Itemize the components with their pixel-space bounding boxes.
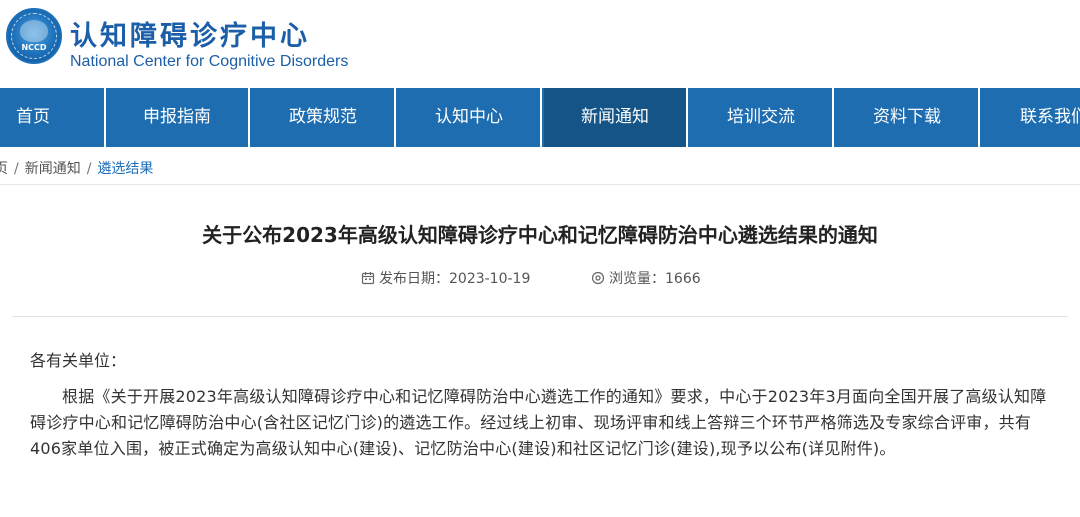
calendar-icon — [361, 272, 375, 285]
site-title-cn[interactable]: 认知障碍诊疗中心 — [70, 14, 310, 53]
publish-date: 发布日期：2023-10-19 — [361, 268, 530, 288]
article-body-paragraph: 根据《关于开展2023年高级认知障碍诊疗中心和记忆障碍防治中心遴选工作的通知》要… — [30, 387, 1047, 458]
nav-item-contact[interactable]: 联系我们 — [982, 88, 1080, 147]
nav-item-cognitive-center[interactable]: 认知中心 — [398, 88, 542, 147]
nav-item-training[interactable]: 培训交流 — [690, 88, 834, 147]
breadcrumb: 页 / 新闻通知 / 遴选结果 — [0, 158, 153, 178]
breadcrumb-home[interactable]: 页 — [0, 161, 8, 177]
breadcrumb-separator: / — [14, 161, 19, 177]
breadcrumb-separator: / — [86, 161, 92, 177]
breadcrumb-section[interactable]: 新闻通知 — [25, 161, 81, 177]
breadcrumb-divider — [0, 184, 1080, 185]
eye-icon — [591, 271, 605, 285]
nav-item-apply-guide[interactable]: 申报指南 — [106, 88, 250, 147]
nav-item-policy[interactable]: 政策规范 — [252, 88, 396, 147]
site-logo[interactable]: NCCD — [6, 8, 62, 64]
logo-acronym: NCCD — [21, 43, 47, 52]
view-count-text: 浏览量：1666 — [609, 271, 701, 287]
nav-item-home[interactable]: 首页 — [0, 88, 106, 147]
article-greeting: 各有关单位： — [30, 351, 127, 370]
article-meta: 发布日期：2023-10-19 浏览量：1666 — [0, 268, 1080, 288]
brain-icon — [20, 20, 48, 42]
content-divider — [12, 316, 1068, 317]
nav-item-downloads[interactable]: 资料下载 — [836, 88, 980, 147]
publish-date-text: 发布日期：2023-10-19 — [379, 271, 531, 287]
site-header: NCCD 认知障碍诊疗中心 National Center for Cognit… — [0, 0, 1080, 88]
main-nav: 首页 申报指南 政策规范 认知中心 新闻通知 培训交流 资料下载 联系我们 — [0, 88, 1080, 147]
article-title: 关于公布2023年高级认知障碍诊疗中心和记忆障碍防治中心遴选结果的通知 — [202, 223, 878, 247]
site-title-en[interactable]: National Center for Cognitive Disorders — [70, 53, 348, 71]
view-count: 浏览量：1666 — [591, 268, 701, 288]
breadcrumb-current[interactable]: 遴选结果 — [97, 161, 153, 177]
nav-item-news[interactable]: 新闻通知 — [544, 88, 688, 147]
